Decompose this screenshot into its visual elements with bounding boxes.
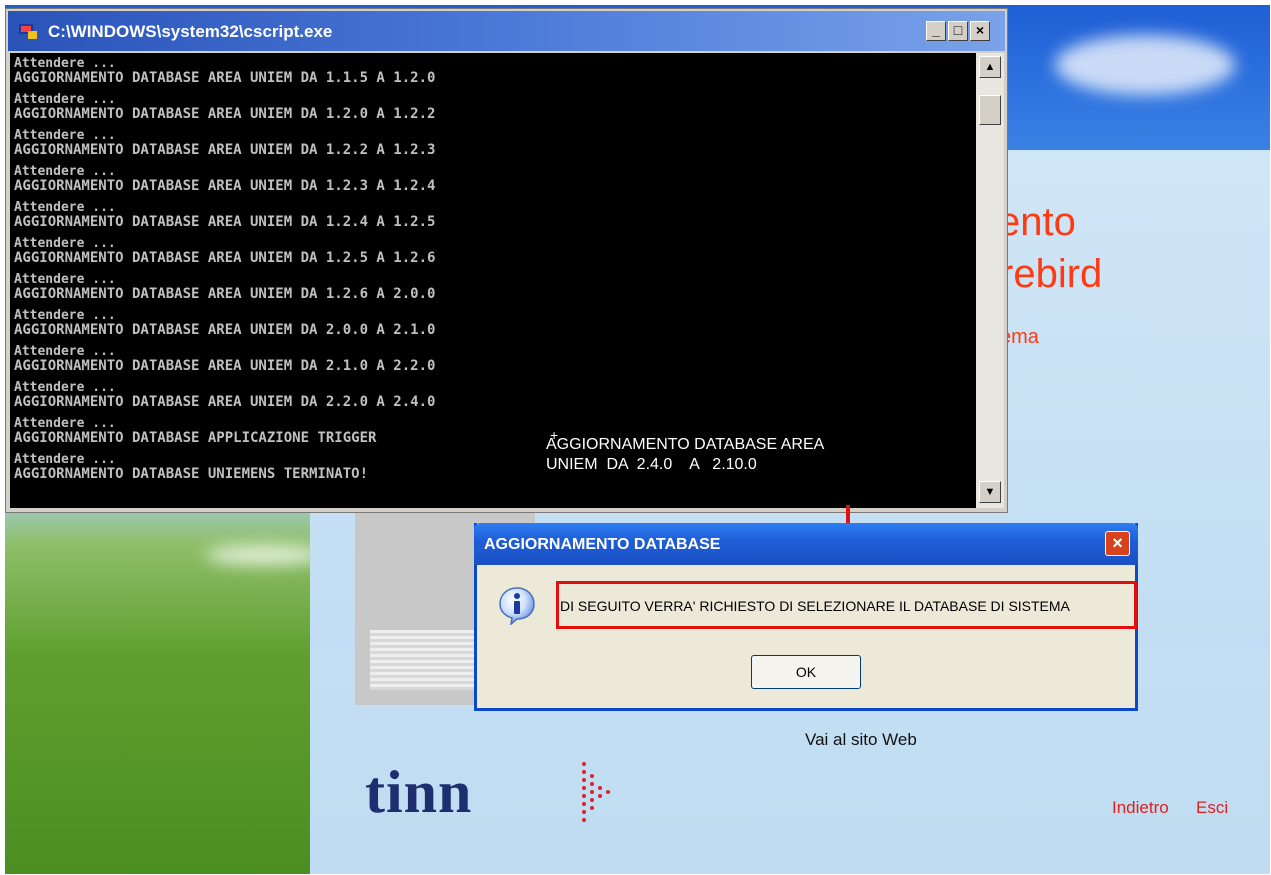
- console-window: C:\WINDOWS\system32\cscript.exe _ □ × At…: [5, 8, 1008, 513]
- console-titlebar[interactable]: C:\WINDOWS\system32\cscript.exe _ □ ×: [8, 11, 1005, 51]
- console-line: Attendere ...: [14, 200, 116, 215]
- dialog-title: AGGIORNAMENTO DATABASE: [484, 536, 721, 553]
- console-line: Attendere ...: [14, 272, 116, 287]
- console-app-icon: [19, 24, 37, 39]
- dialog-close-button[interactable]: ×: [1105, 531, 1130, 556]
- console-line: AGGIORNAMENTO DATABASE AREA UNIEM DA 2.1…: [14, 358, 436, 374]
- website-link[interactable]: Vai al sito Web: [805, 730, 917, 750]
- console-title: C:\WINDOWS\system32\cscript.exe: [48, 22, 333, 41]
- console-line: Attendere ...: [14, 452, 116, 467]
- installer-title-fragment: rebird: [1000, 252, 1103, 296]
- console-line: Attendere ...: [14, 92, 116, 107]
- annotation-text: AGGIORNAMENTO DATABASE AREA UNIEM DA 2.4…: [546, 435, 824, 475]
- console-line: AGGIORNAMENTO DATABASE AREA UNIEM DA 1.2…: [14, 178, 436, 194]
- console-output: Attendere ... AGGIORNAMENTO DATABASE ARE…: [10, 53, 976, 508]
- installer-title-fragment: ento: [998, 200, 1076, 244]
- console-line: AGGIORNAMENTO DATABASE AREA UNIEM DA 1.2…: [14, 250, 436, 266]
- cloud: [205, 545, 325, 565]
- cloud: [1055, 35, 1235, 95]
- console-line: Attendere ...: [14, 164, 116, 179]
- minimize-button[interactable]: _: [926, 21, 946, 41]
- console-line: AGGIORNAMENTO DATABASE AREA UNIEM DA 1.2…: [14, 214, 436, 230]
- annotation-line: AGGIORNAMENTO DATABASE AREA: [546, 436, 825, 453]
- back-link[interactable]: Indietro: [1112, 798, 1169, 818]
- console-line: AGGIORNAMENTO DATABASE AREA UNIEM DA 2.2…: [14, 394, 436, 410]
- console-line: Attendere ...: [14, 236, 116, 251]
- maximize-button[interactable]: □: [948, 21, 968, 41]
- console-line: Attendere ...: [14, 416, 116, 431]
- console-line: AGGIORNAMENTO DATABASE UNIEMENS TERMINAT…: [14, 466, 369, 482]
- message-dialog: AGGIORNAMENTO DATABASE × DI SEGUITO VERR…: [474, 523, 1138, 711]
- console-line: Attendere ...: [14, 128, 116, 143]
- console-line: Attendere ...: [14, 308, 116, 323]
- console-line: AGGIORNAMENTO DATABASE APPLICAZIONE TRIG…: [14, 430, 377, 446]
- scroll-down-button[interactable]: ▼: [979, 481, 1001, 503]
- console-line: AGGIORNAMENTO DATABASE AREA UNIEM DA 1.2…: [14, 106, 436, 122]
- console-line: Attendere ...: [14, 380, 116, 395]
- scroll-thumb[interactable]: [979, 95, 1001, 125]
- exit-link[interactable]: Esci: [1196, 798, 1228, 818]
- info-icon: [499, 587, 535, 625]
- close-button[interactable]: ×: [970, 21, 990, 41]
- annotation-line: UNIEM DA 2.4.0 A 2.10.0: [546, 456, 757, 473]
- logo-dots-icon: [582, 762, 610, 822]
- console-line: AGGIORNAMENTO DATABASE AREA UNIEM DA 1.1…: [14, 70, 436, 86]
- highlight-box: [556, 581, 1137, 629]
- scroll-up-button[interactable]: ▲: [979, 56, 1001, 78]
- tinn-logo: tinn: [365, 759, 473, 825]
- console-scrollbar[interactable]: ▲ ▼: [976, 53, 1004, 508]
- ok-button[interactable]: OK: [751, 655, 861, 689]
- console-line: AGGIORNAMENTO DATABASE AREA UNIEM DA 1.2…: [14, 286, 436, 302]
- console-line: Attendere ...: [14, 56, 116, 71]
- console-line: AGGIORNAMENTO DATABASE AREA UNIEM DA 2.0…: [14, 322, 436, 338]
- dialog-titlebar[interactable]: AGGIORNAMENTO DATABASE ×: [474, 523, 1138, 565]
- console-line: AGGIORNAMENTO DATABASE AREA UNIEM DA 1.2…: [14, 142, 436, 158]
- console-line: Attendere ...: [14, 344, 116, 359]
